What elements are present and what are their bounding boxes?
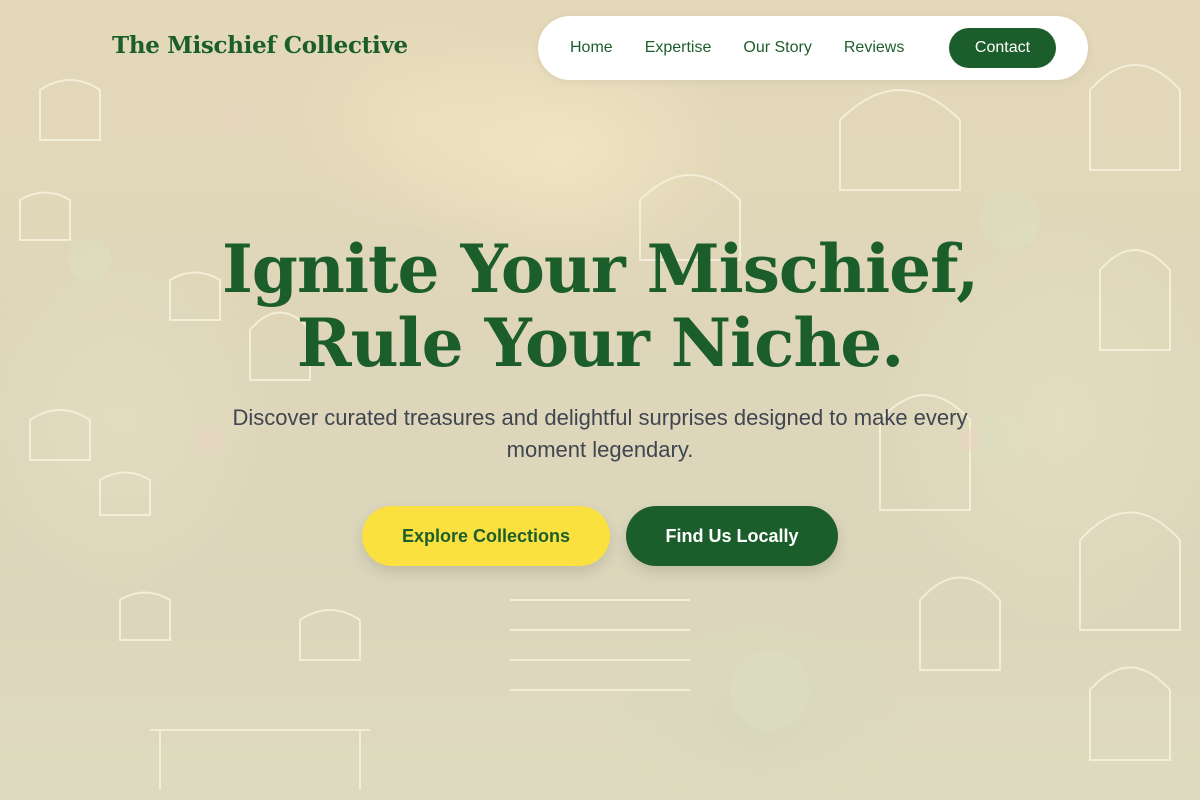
hero-subtitle: Discover curated treasures and delightfu… <box>232 405 968 462</box>
nav-link-home[interactable]: Home <box>570 39 613 57</box>
background-overlay <box>0 0 1200 800</box>
nav-link-reviews[interactable]: Reviews <box>844 39 904 57</box>
nav-link-expertise[interactable]: Expertise <box>645 39 712 57</box>
hero-cta-group: Explore Collections Find Us Locally <box>0 506 1200 566</box>
main-navigation: Home Expertise Our Story Reviews Contact <box>538 16 1088 80</box>
find-us-locally-button[interactable]: Find Us Locally <box>626 506 838 566</box>
hero-title-line-1: Ignite Your Mischief, <box>221 230 979 308</box>
explore-collections-button[interactable]: Explore Collections <box>362 506 610 566</box>
contact-button[interactable]: Contact <box>949 28 1056 68</box>
nav-link-our-story[interactable]: Our Story <box>743 39 811 57</box>
hero-title-line-2: Rule Your Niche. <box>296 304 905 382</box>
brand-logo-text[interactable]: The Mischief Collective <box>112 32 408 59</box>
hero-title: Ignite Your Mischief, Rule Your Niche. <box>0 232 1200 380</box>
